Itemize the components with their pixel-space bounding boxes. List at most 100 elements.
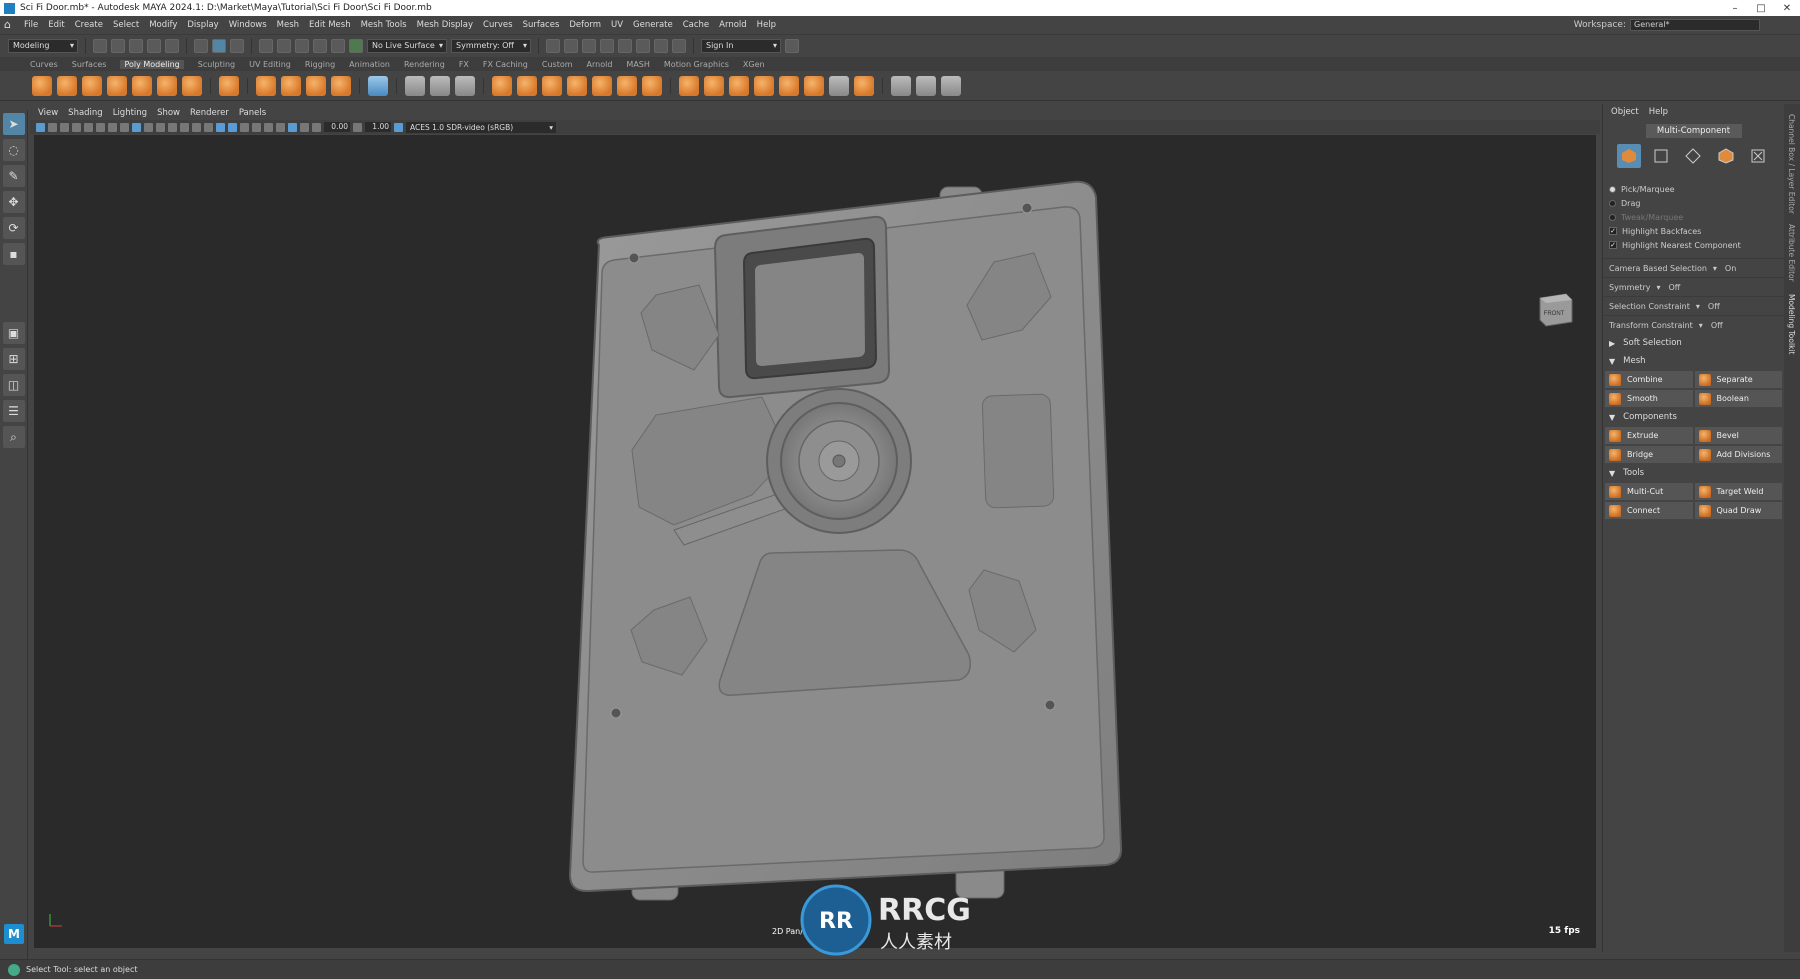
bookmark-icon[interactable] (60, 122, 69, 132)
xray-joints-icon[interactable] (288, 122, 297, 132)
mirror-icon[interactable] (642, 75, 662, 96)
ambient-occlusion-icon[interactable] (228, 122, 237, 132)
ipr-render-icon[interactable] (582, 38, 596, 53)
resolution-gate-icon[interactable] (96, 122, 105, 132)
reduce-icon[interactable] (617, 75, 637, 96)
shadows-icon[interactable] (204, 122, 213, 132)
menu-mesh-tools[interactable]: Mesh Tools (361, 20, 407, 30)
isolate-select-icon[interactable] (276, 122, 285, 132)
shelf-tab-rigging[interactable]: Rigging (305, 60, 335, 69)
menuset-dropdown[interactable]: Modeling (8, 38, 78, 53)
field-chart-icon[interactable] (120, 122, 129, 132)
menu-create[interactable]: Create (75, 20, 103, 30)
poly-helix-icon[interactable] (281, 75, 301, 96)
mesh-section-header[interactable]: ▼ Mesh (1603, 352, 1784, 370)
object-mode-icon[interactable] (1617, 144, 1642, 168)
poly-disc-icon[interactable] (182, 75, 202, 96)
render-frame-icon[interactable] (564, 38, 578, 53)
shelf-tab-mash[interactable]: MASH (626, 60, 649, 69)
menu-deform[interactable]: Deform (569, 20, 601, 30)
select-object-icon[interactable] (212, 38, 226, 53)
paint-select-icon[interactable]: ✎ (2, 165, 25, 187)
multi-cut-shelf-icon[interactable] (455, 75, 475, 96)
use-all-lights-icon[interactable] (192, 122, 201, 132)
symmetry-row[interactable]: Symmetry Off (1603, 277, 1784, 296)
fill-hole-icon[interactable] (754, 75, 774, 96)
light-editor-icon[interactable] (654, 38, 668, 53)
shelf-tab-curves[interactable]: Curves (30, 60, 58, 69)
maximize-button[interactable]: □ (1748, 3, 1774, 14)
symmetry-dropdown[interactable]: Symmetry: Off (451, 38, 531, 53)
two-view-layout-icon[interactable]: ◫ (2, 374, 25, 396)
select-tool-icon[interactable]: ➤ (2, 113, 25, 135)
single-perspective-layout-icon[interactable]: ▣ (2, 322, 25, 344)
shelf-tab-surfaces[interactable]: Surfaces (72, 60, 107, 69)
live-surface-field[interactable]: No Live Surface (367, 38, 447, 53)
menu-curves[interactable]: Curves (483, 20, 513, 30)
pause-viewport-icon[interactable] (672, 38, 686, 53)
menu-edit[interactable]: Edit (48, 20, 64, 30)
shelf-tab-fx-caching[interactable]: FX Caching (483, 60, 528, 69)
help-icon[interactable] (785, 38, 799, 53)
extract-icon[interactable] (542, 75, 562, 96)
backface-cull-icon[interactable] (300, 122, 309, 132)
wireframe-icon[interactable] (144, 122, 153, 132)
textured-icon[interactable] (180, 122, 189, 132)
wedge-icon[interactable] (804, 75, 824, 96)
rotate-tool-icon[interactable]: ⟳ (2, 217, 25, 239)
image-plane-icon[interactable] (72, 122, 81, 132)
circularize-icon[interactable] (854, 75, 874, 96)
smooth-shade-icon[interactable] (156, 122, 165, 132)
insert-edge-loop-icon[interactable] (891, 75, 911, 96)
bridge-shelf-icon[interactable] (704, 75, 724, 96)
exposure-field[interactable]: 0.00 (324, 122, 350, 132)
search-icon[interactable]: ⌕ (2, 426, 25, 448)
extrude-shelf-icon[interactable] (679, 75, 699, 96)
uv-grid-icon[interactable] (368, 75, 388, 96)
toolkit-menu-object[interactable]: Object (1611, 107, 1639, 117)
menu-select[interactable]: Select (113, 20, 139, 30)
make-live-icon[interactable] (349, 38, 363, 53)
save-scene-icon[interactable] (129, 38, 143, 53)
construction-history-icon[interactable] (546, 38, 560, 53)
offset-edge-loop-icon[interactable] (916, 75, 936, 96)
color-space-dropdown[interactable]: ACES 1.0 SDR-video (sRGB) (406, 121, 556, 133)
xray-icon[interactable] (216, 122, 225, 132)
snap-icon[interactable] (430, 75, 450, 96)
color-management-icon[interactable] (394, 122, 403, 132)
home-icon[interactable]: ⌂ (4, 19, 18, 31)
menu-mesh[interactable]: Mesh (277, 20, 299, 30)
shelf-tab-arnold[interactable]: Arnold (587, 60, 613, 69)
menu-windows[interactable]: Windows (229, 20, 267, 30)
snap-curve-icon[interactable] (277, 38, 291, 53)
bevel-button[interactable]: Bevel (1694, 427, 1782, 444)
menu-uv[interactable]: UV (611, 20, 623, 30)
combine-shelf-icon[interactable] (492, 75, 512, 96)
modeling-toolkit-tab[interactable]: Modeling Toolkit (1787, 294, 1796, 354)
target-weld-button[interactable]: Target Weld (1694, 483, 1782, 500)
gate-mask-icon[interactable] (108, 122, 117, 132)
shelf-tab-custom[interactable]: Custom (542, 60, 573, 69)
highlight-backfaces-checkbox[interactable]: ✓ Highlight Backfaces (1603, 224, 1784, 238)
menu-arnold[interactable]: Arnold (719, 20, 747, 30)
select-hierarchy-icon[interactable] (194, 38, 208, 53)
select-camera-icon[interactable] (36, 122, 45, 132)
redo-icon[interactable] (165, 38, 179, 53)
menu-display[interactable]: Display (187, 20, 218, 30)
minimize-button[interactable]: – (1722, 3, 1748, 14)
components-section-header[interactable]: ▼ Components (1603, 408, 1784, 426)
face-mode-icon[interactable] (1714, 144, 1738, 168)
viewport-menu-view[interactable]: View (38, 108, 58, 118)
gamma-icon[interactable] (353, 122, 362, 132)
separate-button[interactable]: Separate (1694, 371, 1782, 388)
toolkit-menu-help[interactable]: Help (1649, 107, 1668, 117)
poly-torus-icon[interactable] (132, 75, 152, 96)
viewport-menu-shading[interactable]: Shading (68, 108, 103, 118)
select-component-icon[interactable] (230, 38, 244, 53)
poly-cylinder-icon[interactable] (82, 75, 102, 96)
tweak-marquee-radio[interactable]: Tweak/Marquee (1603, 210, 1784, 224)
snap-surface-icon[interactable] (331, 38, 345, 53)
camera-attributes-icon[interactable] (48, 122, 57, 132)
menu-edit-mesh[interactable]: Edit Mesh (309, 20, 351, 30)
four-view-layout-icon[interactable]: ⊞ (2, 348, 25, 370)
